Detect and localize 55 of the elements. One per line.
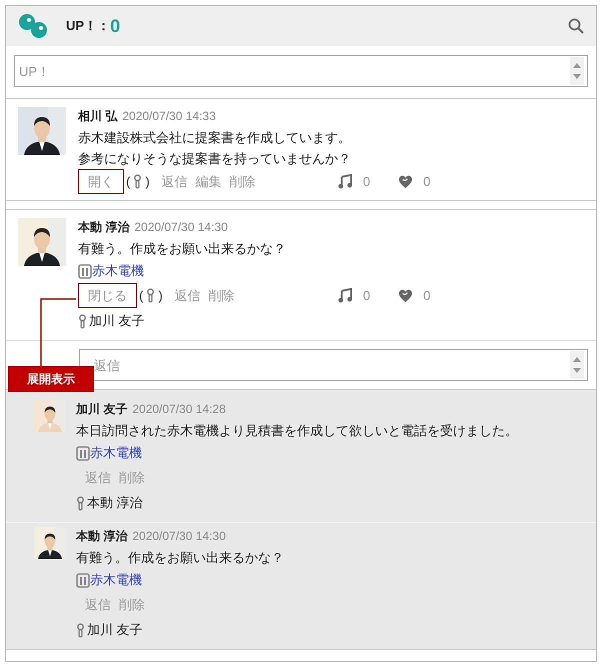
- paren-text: ): [158, 286, 163, 305]
- person-pin-icon: [76, 622, 85, 638]
- mention-name: 加川 友子: [87, 621, 143, 640]
- up-count: 0: [110, 14, 120, 38]
- company-link[interactable]: 赤木電機: [92, 261, 144, 281]
- person-pin-icon: [146, 288, 156, 303]
- search-icon: [568, 18, 584, 34]
- logo-icon: [18, 13, 50, 39]
- post-text: 赤木建設株式会社に提案書を作成しています。 参考になりそうな提案書を持っていませんか？: [78, 129, 351, 168]
- like-count: 0: [363, 286, 370, 305]
- music-note-icon: [338, 174, 353, 189]
- mention-name: 本動 淳治: [87, 494, 143, 512]
- paren-text: (: [126, 172, 130, 191]
- scroll-arrows-icon: [570, 57, 584, 85]
- reply-text: 有難う。作成をお願い出来るかな？: [76, 549, 284, 567]
- person-pin-icon: [76, 496, 85, 510]
- action-link[interactable]: 返信: [162, 172, 188, 192]
- music-note-icon: [338, 288, 353, 303]
- timestamp: 2020/07/30 14:30: [134, 219, 228, 236]
- action-link[interactable]: 返信: [85, 468, 111, 488]
- mention-name: 加川 友子: [89, 312, 145, 330]
- company-link[interactable]: 赤木電機: [90, 443, 142, 463]
- timestamp: 2020/07/30 14:33: [122, 108, 216, 125]
- person-pin-icon: [78, 314, 87, 328]
- author-name: 相川 弘: [78, 108, 118, 125]
- author-name: 本動 淳治: [78, 219, 130, 236]
- action-link[interactable]: 返信: [174, 286, 201, 306]
- like-count: 0: [363, 172, 370, 191]
- scroll-arrows-icon: [570, 351, 584, 379]
- paren-text: (: [139, 286, 144, 305]
- action-link[interactable]: 返信: [85, 594, 111, 614]
- author-name: 本動 淳治: [76, 528, 128, 545]
- toggle-link[interactable]: 閉じる: [78, 283, 137, 308]
- action-link[interactable]: 編集: [196, 172, 222, 192]
- toggle-link[interactable]: 開く: [78, 169, 124, 194]
- author-name: 加川 友子: [76, 401, 128, 418]
- paren-text: ): [145, 172, 150, 191]
- timestamp: 2020/07/30 14:28: [132, 401, 226, 418]
- action-link[interactable]: 削除: [230, 172, 256, 192]
- heart-count: 0: [423, 286, 430, 305]
- callout-label: 展開表示: [8, 366, 94, 392]
- timestamp: 2020/07/30 14:30: [132, 528, 226, 545]
- action-link[interactable]: 削除: [119, 594, 145, 614]
- action-link[interactable]: 削除: [119, 468, 145, 488]
- company-link[interactable]: 赤木電機: [90, 570, 142, 590]
- action-link[interactable]: 削除: [208, 286, 235, 306]
- heart-icon: [398, 288, 414, 303]
- reply-input-field[interactable]: 返信: [79, 349, 588, 381]
- post-input-field[interactable]: UP！: [14, 55, 588, 87]
- header-title: UP！：: [66, 17, 110, 36]
- heart-icon: [398, 174, 414, 189]
- person-pin-icon: [133, 174, 142, 189]
- heart-count: 0: [423, 172, 430, 191]
- reply-text: 本日訪問された赤木電機より見積書を作成して欲しいと電話を受けました。: [76, 422, 518, 440]
- post-text: 有難う。作成をお願い出来るかな？: [78, 240, 286, 258]
